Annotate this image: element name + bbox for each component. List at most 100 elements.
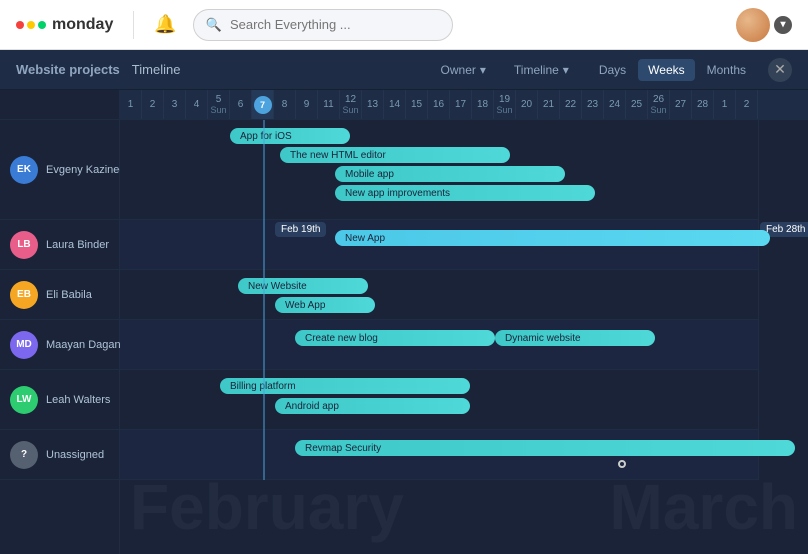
gantt-row-4: Billing platform Android app	[120, 370, 758, 430]
user-menu[interactable]: ▾	[774, 16, 792, 34]
date-cell-21: 21	[538, 90, 560, 119]
view-buttons: Days Weeks Months	[589, 59, 756, 81]
date-cell-25: 25	[626, 90, 648, 119]
person-avatar-0: EK	[10, 156, 38, 184]
person-avatar-3: MD	[10, 331, 38, 359]
gantt-bar-4-0[interactable]: Billing platform	[220, 378, 470, 394]
date-cell-12: 12Sun	[340, 90, 362, 119]
date-cell-1: 1	[714, 90, 736, 119]
gantt-bar-0-0[interactable]: App for iOS	[230, 128, 350, 144]
timeline-tab[interactable]: Timeline	[132, 62, 181, 77]
person-name-2: Eli Babila	[46, 289, 92, 301]
date-cell-7: 7	[252, 90, 274, 119]
date-cell-27: 27	[670, 90, 692, 119]
date-cell-2: 2	[736, 90, 758, 119]
owner-dropdown[interactable]: Owner ▾	[433, 59, 494, 81]
date-cell-6: 6	[230, 90, 252, 119]
days-view-btn[interactable]: Days	[589, 59, 636, 81]
timeline-grid[interactable]: 12345Sun67891112Sun13141516171819Sun2021…	[120, 90, 808, 554]
date-cell-22: 22	[560, 90, 582, 119]
gantt-bar-0-3[interactable]: New app improvements	[335, 185, 595, 201]
person-avatar-2: EB	[10, 281, 38, 309]
date-cell-9: 9	[296, 90, 318, 119]
logo[interactable]: monday	[16, 16, 113, 34]
person-name-5: Unassigned	[46, 449, 104, 461]
gantt-row-3: Create new blogDynamic website	[120, 320, 758, 370]
navbar: monday 🔔 🔍 ▾	[0, 0, 808, 50]
gantt-bar-0-1[interactable]: The new HTML editor	[280, 147, 510, 163]
search-icon: 🔍	[206, 17, 222, 33]
gantt-row-1: Feb 19thFeb 28thNew App	[120, 220, 758, 270]
person-avatar-5: ?	[10, 441, 38, 469]
gantt-bar-0-2[interactable]: Mobile app	[335, 166, 565, 182]
person-row-3[interactable]: MD Maayan Dagan	[0, 320, 119, 370]
logo-dot-yellow	[27, 21, 35, 29]
nav-extra: ▾	[736, 8, 792, 42]
today-line	[263, 120, 265, 480]
person-name-3: Maayan Dagan	[46, 339, 121, 351]
month-watermark-right: March	[610, 470, 799, 544]
gantt-bar-2-0[interactable]: New Website	[238, 278, 368, 294]
person-name-4: Leah Walters	[46, 394, 110, 406]
names-panel: EKEvgeny Kazinec LB Laura Binder EB Eli Babi…	[0, 90, 120, 554]
date-cell-17: 17	[450, 90, 472, 119]
date-cell-28: 28	[692, 90, 714, 119]
gantt-bar-5-0[interactable]: Revmap Security	[295, 440, 795, 456]
search-bar[interactable]: 🔍	[193, 9, 453, 41]
date-cell-26: 26Sun	[648, 90, 670, 119]
person-name-1: Laura Binder	[46, 239, 109, 251]
names-list: EKEvgeny Kazinec LB Laura Binder EB Eli Babi…	[0, 120, 119, 480]
logo-dots	[16, 21, 46, 29]
bell-icon[interactable]: 🔔	[154, 14, 176, 35]
date-cell-2: 2	[142, 90, 164, 119]
date-cell-16: 16	[428, 90, 450, 119]
close-button[interactable]: ✕	[768, 58, 792, 82]
date-cell-19: 19Sun	[494, 90, 516, 119]
gantt-bar-3-0[interactable]: Create new blog	[295, 330, 495, 346]
date-cell-15: 15	[406, 90, 428, 119]
gantt-row-5: Revmap Security	[120, 430, 758, 480]
date-cell-11: 11	[318, 90, 340, 119]
project-title: Website projects	[16, 62, 120, 77]
grid-line-29	[758, 120, 759, 480]
date-cell-18: 18	[472, 90, 494, 119]
timeline-dropdown[interactable]: Timeline ▾	[506, 59, 577, 81]
person-row-5[interactable]: ? Unassigned	[0, 430, 119, 480]
date-cell-13: 13	[362, 90, 384, 119]
months-view-btn[interactable]: Months	[697, 59, 756, 81]
logo-dot-green	[38, 21, 46, 29]
date-cell-8: 8	[274, 90, 296, 119]
person-row-1[interactable]: LB Laura Binder	[0, 220, 119, 270]
date-cell-1: 1	[120, 90, 142, 119]
search-input[interactable]	[230, 17, 440, 32]
gantt-bar-2-1[interactable]: Web App	[275, 297, 375, 313]
person-row-2[interactable]: EB Eli Babila	[0, 270, 119, 320]
date-cell-3: 3	[164, 90, 186, 119]
month-watermark-left: February	[130, 470, 404, 544]
logo-dot-red	[16, 21, 24, 29]
date-cell-5: 5Sun	[208, 90, 230, 119]
sub-header: Website projects Timeline Owner ▾ Timeli…	[0, 50, 808, 90]
weeks-view-btn[interactable]: Weeks	[638, 59, 694, 81]
gantt-bar-3-1[interactable]: Dynamic website	[495, 330, 655, 346]
gantt-row-0: App for iOS The new HTML editor Mobile app…	[120, 120, 758, 220]
date-cell-20: 20	[516, 90, 538, 119]
date-cell-14: 14	[384, 90, 406, 119]
gantt-rows: App for iOS The new HTML editor Mobile app…	[120, 120, 758, 480]
person-row-4[interactable]: LWLeah Walters	[0, 370, 119, 430]
timeline-container: EKEvgeny Kazinec LB Laura Binder EB Eli Babi…	[0, 90, 808, 554]
avatar[interactable]	[736, 8, 770, 42]
logo-text: monday	[52, 16, 113, 34]
gantt-bar-1-0[interactable]: New App	[335, 230, 770, 246]
date-cell-23: 23	[582, 90, 604, 119]
date-cell-4: 4	[186, 90, 208, 119]
names-header	[0, 90, 119, 120]
person-avatar-1: LB	[10, 231, 38, 259]
date-cell-24: 24	[604, 90, 626, 119]
date-header: 12345Sun67891112Sun13141516171819Sun2021…	[120, 90, 808, 120]
gantt-bar-4-1[interactable]: Android app	[275, 398, 470, 414]
milestone-start-1: Feb 19th	[275, 222, 326, 237]
gantt-row-2: New Website Web App	[120, 270, 758, 320]
person-row-0[interactable]: EKEvgeny Kazinec	[0, 120, 119, 220]
nav-divider	[133, 11, 134, 39]
